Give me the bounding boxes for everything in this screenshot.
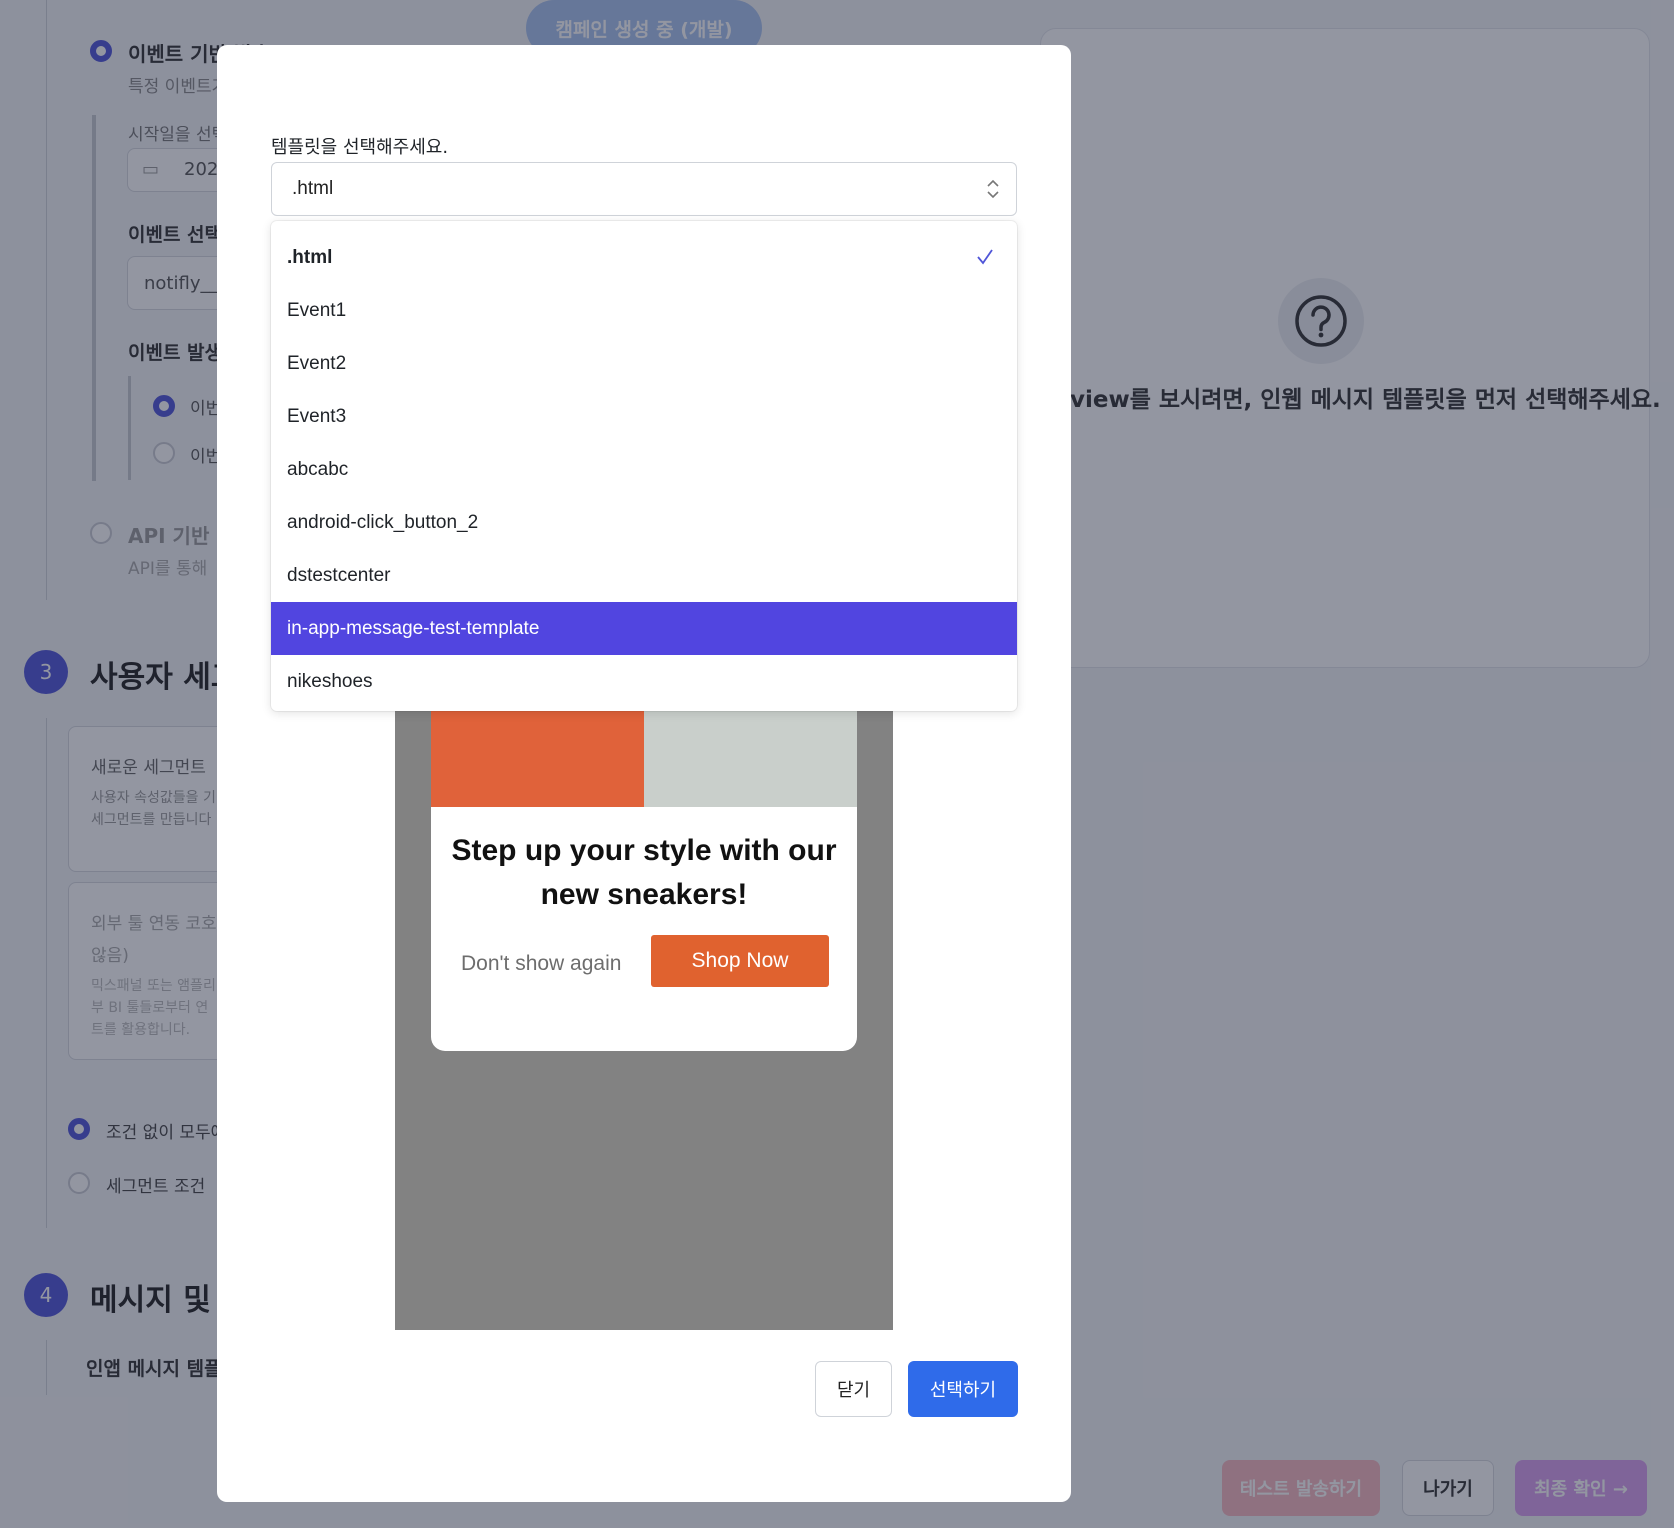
template-select-label: 템플릿을 선택해주세요. — [271, 137, 449, 158]
shop-now-button[interactable]: Shop Now — [651, 935, 829, 987]
dropdown-option[interactable]: dstestcenter — [271, 549, 1017, 602]
in-app-message-title: Step up your style with our new sneakers… — [431, 829, 857, 917]
dropdown-option[interactable]: Event3 — [271, 390, 1017, 443]
title-line-1: Step up your style with our — [451, 834, 837, 867]
select-button[interactable]: 선택하기 — [908, 1361, 1018, 1417]
dropdown-option[interactable]: android-click_button_2 — [271, 496, 1017, 549]
dropdown-option[interactable]: Event2 — [271, 337, 1017, 390]
template-dropdown-list: .html Event1 Event2 Event3 abcabc androi… — [271, 221, 1017, 711]
close-button[interactable]: 닫기 — [815, 1361, 892, 1417]
template-preview: Step up your style with our new sneakers… — [395, 605, 893, 1330]
dropdown-option[interactable]: abcabc — [271, 443, 1017, 496]
check-icon — [977, 249, 993, 265]
dont-show-again-link[interactable]: Don't show again — [461, 952, 621, 976]
template-select[interactable]: .html — [271, 162, 1017, 216]
chevron-updown-icon — [987, 179, 999, 199]
dropdown-option[interactable]: nikeshoes — [271, 655, 1017, 708]
template-select-value: .html — [292, 178, 334, 199]
dropdown-option[interactable]: .html — [271, 231, 1017, 284]
dropdown-option[interactable]: Event1 — [271, 284, 1017, 337]
dropdown-option-highlighted[interactable]: in-app-message-test-template — [271, 602, 1017, 655]
template-select-modal: 템플릿을 선택해주세요. .html Step up your style wi… — [217, 45, 1071, 1502]
title-line-2: new sneakers! — [540, 878, 748, 911]
